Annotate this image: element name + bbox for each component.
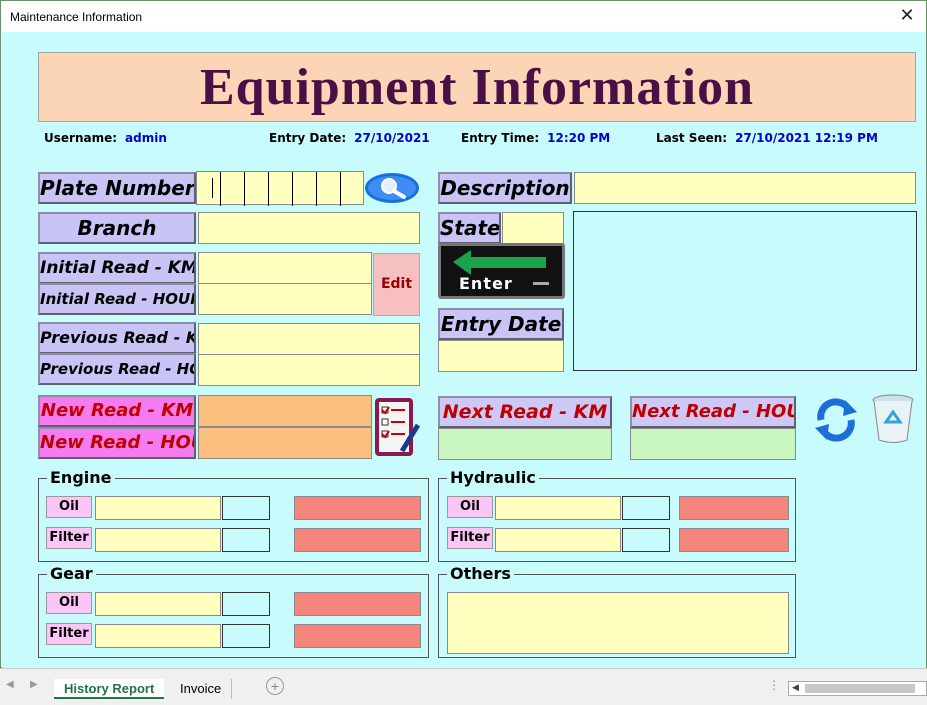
- others-group: Others: [438, 564, 796, 658]
- initial-read-km-input[interactable]: [198, 252, 372, 284]
- engine-filter-small-input[interactable]: [222, 528, 270, 552]
- last-seen-value: 27/10/2021 12:19 PM: [735, 131, 878, 145]
- hydraulic-filter-status: [679, 528, 789, 552]
- initial-read-hour-input[interactable]: [198, 283, 372, 315]
- next-read-hour-input[interactable]: [630, 428, 796, 460]
- gear-filter-input[interactable]: [95, 624, 221, 648]
- hydraulic-filter-small-input[interactable]: [622, 528, 670, 552]
- new-read-hour-label: New Read - HOUR: [38, 427, 196, 459]
- form-area: Equipment Information Username: admin Ent…: [2, 32, 926, 668]
- description-text-area[interactable]: [573, 211, 917, 371]
- others-text-area[interactable]: [447, 592, 789, 654]
- last-seen-info: Last Seen: 27/10/2021 12:19 PM: [656, 131, 878, 145]
- engine-title: Engine: [47, 468, 115, 487]
- hydraulic-oil-small-input[interactable]: [622, 496, 670, 520]
- previous-read-hour-label: Previous Read - HOUR: [38, 353, 196, 385]
- gear-group: Gear Oil Filter: [38, 564, 429, 658]
- gear-oil-button[interactable]: Oil: [46, 592, 92, 614]
- previous-read-hour-input[interactable]: [198, 354, 420, 386]
- engine-group: Engine Oil Filter: [38, 468, 429, 562]
- entry-date-info: Entry Date: 27/10/2021: [269, 131, 430, 145]
- gear-oil-small-input[interactable]: [222, 592, 270, 616]
- scroll-left-icon[interactable]: ◀: [792, 682, 799, 693]
- entry-date-input[interactable]: [438, 340, 564, 372]
- refresh-icon[interactable]: [811, 394, 861, 444]
- banner: Equipment Information: [38, 52, 916, 122]
- initial-read-hour-label: Initial Read - HOUR: [38, 283, 196, 315]
- new-read-km-label: New Read - KM: [38, 395, 196, 427]
- gear-filter-button[interactable]: Filter: [46, 623, 92, 645]
- initial-read-km-label: Initial Read - KM: [38, 252, 196, 284]
- entry-time-value: 12:20 PM: [547, 131, 611, 145]
- maintenance-window: Maintenance Information ✕ Equipment Info…: [0, 0, 927, 668]
- username-label: Username:: [44, 131, 118, 145]
- branch-label: Branch: [38, 212, 196, 244]
- tab-history-report[interactable]: History Report: [54, 679, 165, 699]
- sheet-tab-bar: ◀ ▶ History Report Invoice + ⋮ ◀: [0, 668, 927, 705]
- username-info: Username: admin: [44, 131, 167, 145]
- hydraulic-oil-button[interactable]: Oil: [447, 496, 493, 518]
- enter-button[interactable]: Enter: [438, 243, 565, 299]
- next-read-km-input[interactable]: [438, 428, 612, 460]
- hydraulic-oil-input[interactable]: [495, 496, 621, 520]
- checklist-icon[interactable]: [372, 395, 422, 459]
- description-label: Description: [438, 172, 572, 204]
- last-seen-label: Last Seen:: [656, 131, 728, 145]
- next-read-hour-label: Next Read - HOUR: [630, 396, 796, 428]
- banner-title: Equipment Information: [199, 59, 755, 116]
- gear-title: Gear: [47, 564, 96, 583]
- hydraulic-title: Hydraulic: [447, 468, 539, 487]
- entry-time-label: Entry Time:: [461, 131, 540, 145]
- engine-oil-button[interactable]: Oil: [46, 496, 92, 518]
- title-bar: Maintenance Information ✕: [1, 1, 926, 32]
- hydraulic-filter-input[interactable]: [495, 528, 621, 552]
- entry-date-field-label: Entry Date: [438, 308, 564, 340]
- username-value: admin: [125, 131, 167, 145]
- gear-filter-status: [294, 624, 421, 648]
- engine-filter-status: [294, 528, 421, 552]
- edit-button[interactable]: Edit: [373, 253, 420, 316]
- gear-filter-small-input[interactable]: [222, 624, 270, 648]
- recycle-bin-icon[interactable]: [868, 392, 918, 446]
- horizontal-scrollbar[interactable]: ◀: [788, 681, 927, 696]
- branch-input[interactable]: [198, 212, 420, 244]
- engine-filter-input[interactable]: [95, 528, 221, 552]
- enter-label: Enter: [459, 274, 513, 293]
- engine-oil-input[interactable]: [95, 496, 221, 520]
- description-input[interactable]: [574, 172, 916, 204]
- window-title: Maintenance Information: [10, 10, 143, 24]
- previous-read-km-input[interactable]: [198, 323, 420, 355]
- tab-scroll-right-icon[interactable]: ▶: [30, 679, 38, 690]
- close-icon[interactable]: ✕: [897, 5, 917, 25]
- add-sheet-icon[interactable]: +: [266, 677, 284, 695]
- others-title: Others: [447, 564, 514, 583]
- state-input[interactable]: [502, 212, 564, 244]
- new-read-hour-input[interactable]: [198, 427, 372, 459]
- hydraulic-filter-button[interactable]: Filter: [447, 527, 493, 549]
- state-label: State: [438, 212, 501, 244]
- gear-oil-status: [294, 592, 421, 616]
- engine-filter-button[interactable]: Filter: [46, 527, 92, 549]
- plate-number-label: Plate Number: [38, 172, 196, 204]
- entry-date-label: Entry Date:: [269, 131, 347, 145]
- entry-time-info: Entry Time: 12:20 PM: [461, 131, 610, 145]
- next-read-km-label: Next Read - KM: [438, 396, 612, 428]
- search-icon[interactable]: [364, 171, 421, 205]
- tab-invoice[interactable]: Invoice: [170, 679, 233, 699]
- entry-date-value: 27/10/2021: [354, 131, 430, 145]
- hydraulic-group: Hydraulic Oil Filter: [438, 468, 796, 562]
- tab-splitter-icon[interactable]: ⋮: [768, 678, 780, 692]
- previous-read-km-label: Previous Read - KM: [38, 322, 196, 354]
- new-read-km-input[interactable]: [198, 395, 372, 427]
- hydraulic-oil-status: [679, 496, 789, 520]
- tab-scroll-left-icon[interactable]: ◀: [6, 679, 14, 690]
- gear-oil-input[interactable]: [95, 592, 221, 616]
- plate-number-input[interactable]: [196, 171, 364, 206]
- engine-oil-small-input[interactable]: [222, 496, 270, 520]
- engine-oil-status: [294, 496, 421, 520]
